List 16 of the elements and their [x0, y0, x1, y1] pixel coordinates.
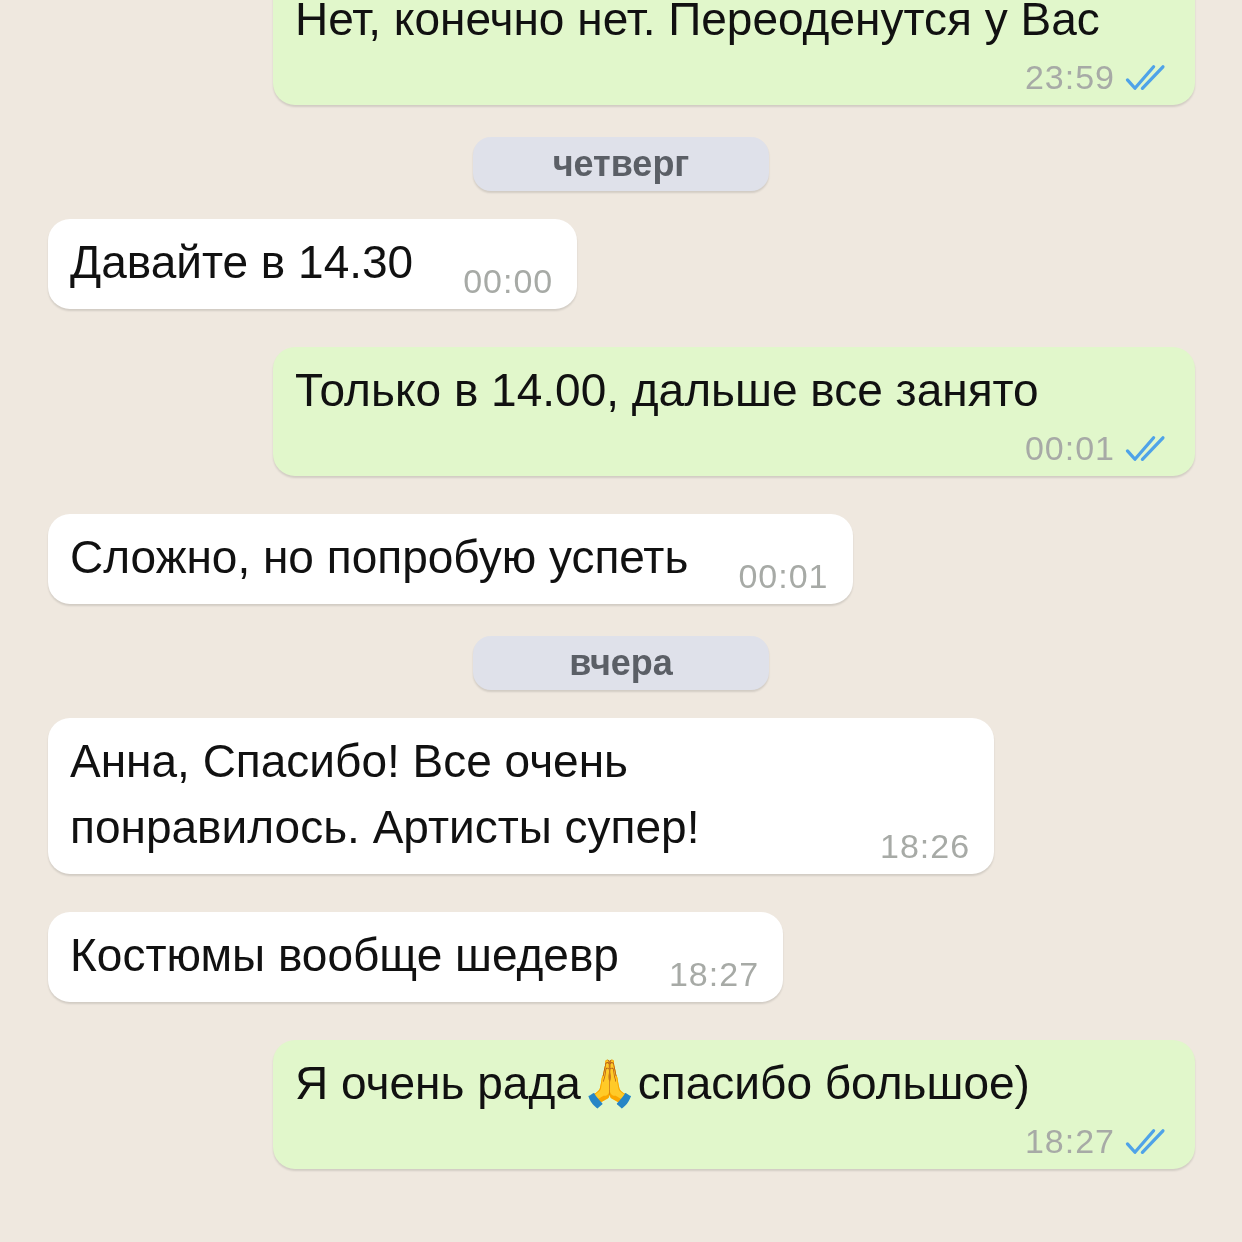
- message-text: Давайте в 14.30: [70, 235, 414, 290]
- message-time: 18:26: [880, 827, 971, 866]
- date-separator: четверг: [473, 137, 769, 191]
- message-time: 00:01: [738, 557, 829, 596]
- message-text: Костюмы вообще шедевр: [70, 928, 619, 983]
- message-time: 23:59: [1024, 58, 1115, 97]
- message-time: 00:00: [463, 262, 554, 301]
- message-text: Только в 14.00, дальше все занято: [295, 363, 1039, 418]
- message-text: Анна, Спасибо! Все очень понравилось. Артисты супер!: [70, 734, 701, 855]
- message-time: 18:27: [1024, 1122, 1115, 1161]
- message-text: Нет, конечно нет. Переоденутся у Вас: [295, 0, 1100, 47]
- message-time: 00:01: [1024, 429, 1115, 468]
- date-separator: вчера: [473, 636, 769, 690]
- message-text: Я очень рада🙏спасибо большое): [295, 1056, 1030, 1111]
- message-text: Сложно, но попробую успеть: [70, 530, 689, 585]
- message-time: 18:27: [668, 955, 760, 994]
